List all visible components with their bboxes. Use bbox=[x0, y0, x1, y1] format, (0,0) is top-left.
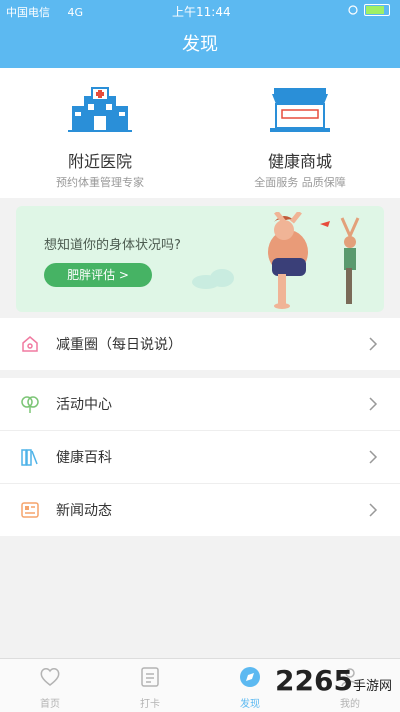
compass-icon bbox=[240, 667, 260, 687]
carrier: 中国电信 4G bbox=[6, 4, 83, 20]
card-subtitle: 预约体重管理专家 bbox=[56, 176, 144, 189]
list-item-label: 减重圈（每日说说） bbox=[56, 337, 182, 353]
list-item-weight-loss-circle[interactable]: 减重圈（每日说说） bbox=[0, 318, 400, 370]
list-item-news[interactable]: 新闻动态 bbox=[0, 484, 400, 536]
chevron-right-icon bbox=[369, 450, 378, 464]
list-item-health-encyclopedia[interactable]: 健康百科 bbox=[0, 431, 400, 483]
heart-icon bbox=[40, 668, 60, 686]
status-bar: 中国电信 4G 上午11:44 bbox=[0, 0, 400, 22]
list-item-label: 活动中心 bbox=[56, 397, 112, 413]
alarm-icon bbox=[348, 5, 358, 15]
list-item-activity-center[interactable]: 活动中心 bbox=[0, 378, 400, 430]
list-item-label: 新闻动态 bbox=[56, 503, 112, 519]
obesity-assessment-banner[interactable]: 想知道你的身体状况吗? 肥胖评估 > bbox=[16, 206, 384, 312]
card-title: 附近医院 bbox=[67, 152, 132, 171]
top-cards: 附近医院 预约体重管理专家 健康商城 全面服务 品质保障 bbox=[0, 68, 400, 198]
tab-label: 打卡 bbox=[140, 699, 160, 710]
carrier-text: 中国电信 bbox=[6, 6, 50, 19]
nearby-hospital-card[interactable]: 附近医院 预约体重管理专家 bbox=[0, 68, 200, 198]
hospital-icon bbox=[68, 87, 132, 132]
status-right bbox=[348, 4, 390, 16]
status-time: 上午11:44 bbox=[172, 5, 231, 19]
tab-label: 发现 bbox=[240, 699, 260, 710]
clipboard-icon bbox=[141, 667, 159, 687]
chevron-right-icon bbox=[369, 337, 378, 351]
watermark-number: 2265 bbox=[275, 664, 353, 697]
tab-label: 我的 bbox=[340, 699, 360, 710]
card-subtitle: 全面服务 品质保障 bbox=[254, 176, 346, 189]
banner-question: 想知道你的身体状况吗? bbox=[44, 238, 181, 253]
news-icon bbox=[21, 502, 39, 518]
cloud-icon bbox=[192, 269, 234, 289]
watermark: 2265手游网 bbox=[275, 664, 392, 697]
watermark-suffix: 手游网 bbox=[352, 679, 392, 694]
chevron-right-icon bbox=[369, 503, 378, 517]
card-title: 健康商城 bbox=[267, 152, 332, 171]
books-icon bbox=[21, 449, 38, 466]
tab-checkin[interactable]: 打卡 bbox=[100, 659, 200, 712]
list-item-label: 健康百科 bbox=[56, 450, 112, 466]
health-mall-card[interactable]: 健康商城 全面服务 品质保障 bbox=[200, 68, 400, 198]
network-text: 4G bbox=[67, 6, 84, 19]
tab-label: 首页 bbox=[40, 699, 60, 710]
page-title: 发现 bbox=[182, 34, 218, 55]
home-icon bbox=[22, 336, 38, 352]
balloon-icon bbox=[21, 396, 39, 413]
obesity-assessment-button[interactable]: 肥胖评估 > bbox=[44, 263, 152, 287]
chevron-right-icon bbox=[369, 397, 378, 411]
store-icon bbox=[270, 88, 330, 132]
tab-home[interactable]: 首页 bbox=[0, 659, 100, 712]
yoga-illustration bbox=[268, 212, 360, 309]
header: 中国电信 4G 上午11:44 发现 bbox=[0, 0, 400, 68]
battery-icon bbox=[364, 4, 390, 16]
